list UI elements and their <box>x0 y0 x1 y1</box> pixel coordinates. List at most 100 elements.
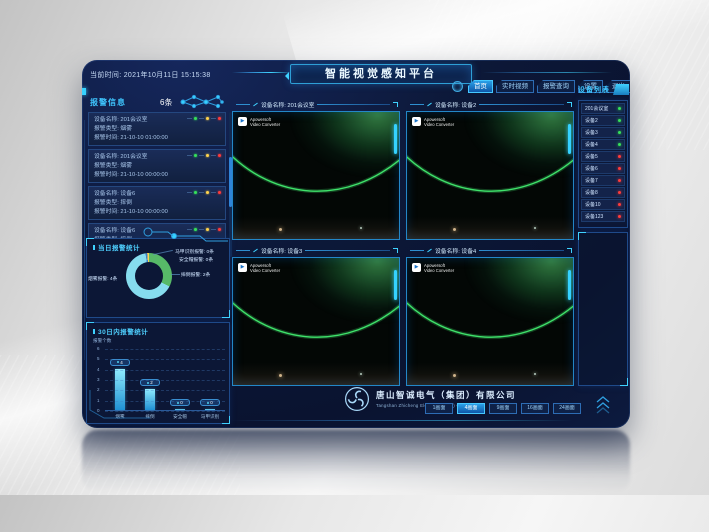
video-feed: ▶ ApowersoftVideo Converter <box>406 257 574 386</box>
machinery-silhouette <box>407 217 573 239</box>
apowersoft-logo-icon: ▶ <box>412 117 421 126</box>
video-panel-header: 设备名称: 设备4 <box>406 244 574 257</box>
device-row[interactable]: 设备8 <box>581 187 625 198</box>
alarm-card[interactable]: 设备名称: 设备6 报警类型: 摔倒 报警时间: 21-10-10 00:00:… <box>88 186 226 220</box>
device-row[interactable]: 设备3 <box>581 127 625 138</box>
bar-category-label: 马甲识别 <box>201 414 219 420</box>
video-title: 设备名称: 设备2 <box>435 100 476 109</box>
status-lights <box>187 117 221 120</box>
video-scrollbar[interactable] <box>568 270 571 300</box>
nav-emblem-icon <box>452 81 463 92</box>
pie-label-vest: 马甲识别报警: 0条 <box>175 248 214 255</box>
screen-24-button[interactable]: 24画面 <box>553 403 581 414</box>
alarm-count: 6条 <box>160 97 172 108</box>
nav-alarm-query-button[interactable]: 报警查询 <box>537 80 575 93</box>
video-panel-header: 设备名称: 设备3 <box>232 244 400 257</box>
company-logo-icon <box>344 386 370 412</box>
circuit-deco <box>140 226 230 242</box>
dashboard-reflection <box>82 430 630 492</box>
today-stats-title: 当日报警统计 <box>93 242 140 252</box>
product-mockup-stage: 当前时间: 2021年10月11日 15:15:38 智能视觉感知平台 首页 实… <box>0 0 709 495</box>
video-panel-1[interactable]: 设备名称: 201会议室 ▶ ApowersoftVideo Converter <box>232 98 400 240</box>
device-list: 201会议室 设备2 设备3 设备4 设备5 设备6 设备7 设备8 设备10 … <box>578 100 628 228</box>
sidebar-bottom-deco <box>594 394 612 414</box>
nav-live-video-button[interactable]: 实时视频 <box>496 80 534 93</box>
status-dot <box>618 203 621 206</box>
status-lights <box>187 191 221 194</box>
machinery-silhouette <box>233 217 399 239</box>
monthly-stats-title: 30日内报警统计 <box>93 326 148 336</box>
device-row[interactable]: 设备123 <box>581 211 625 222</box>
screen-1-button[interactable]: 1画面 <box>425 403 453 414</box>
device-row[interactable]: 201会议室 <box>581 103 625 114</box>
status-dot <box>618 131 621 134</box>
pie-label-fall: 摔倒报警: 2条 <box>181 271 210 278</box>
video-panel-header: 设备名称: 201会议室 <box>232 98 400 111</box>
video-scrollbar[interactable] <box>394 270 397 300</box>
video-title: 设备名称: 201会议室 <box>261 100 314 109</box>
alarm-info-title: 报警信息 <box>90 97 126 108</box>
current-time: 当前时间: 2021年10月11日 15:15:38 <box>90 70 211 80</box>
video-panel-4[interactable]: 设备名称: 设备4 ▶ ApowersoftVideo Converter <box>406 244 574 386</box>
video-title: 设备名称: 设备4 <box>435 246 476 255</box>
status-dot <box>618 191 621 194</box>
status-dot <box>618 167 621 170</box>
status-dot <box>618 155 621 158</box>
device-row[interactable]: 设备5 <box>581 151 625 162</box>
pie-label-smoke: 烟雾报警: 4条 <box>88 275 117 282</box>
video-panel-header: 设备名称: 设备2 <box>406 98 574 111</box>
alarm-time: 报警时间: 21-10-10 01:00:00 <box>94 134 220 143</box>
alarm-time: 报警时间: 21-10-10 00:00:00 <box>94 171 220 180</box>
nav-home-button[interactable]: 首页 <box>468 80 493 93</box>
bar-chart-ylabel: 报警个数 <box>93 338 111 344</box>
status-dot <box>618 119 621 122</box>
network-nodes-icon <box>178 93 226 111</box>
apowersoft-watermark: ▶ ApowersoftVideo Converter <box>238 117 280 127</box>
leader-line <box>153 250 173 255</box>
video-panel-2[interactable]: 设备名称: 设备2 ▶ ApowersoftVideo Converter <box>406 98 574 240</box>
alarm-card[interactable]: 设备名称: 201会议室 报警类型: 烟雾 报警时间: 21-10-10 00:… <box>88 149 226 183</box>
bar-helmet <box>175 409 185 410</box>
status-dot <box>618 215 621 218</box>
screen-16-button[interactable]: 16画面 <box>521 403 549 414</box>
device-row[interactable]: 设备7 <box>581 175 625 186</box>
video-feed: ▶ ApowersoftVideo Converter <box>232 257 400 386</box>
alarm-donut-chart <box>126 253 172 299</box>
bar-vest <box>205 409 215 410</box>
device-row[interactable]: 设备6 <box>581 163 625 174</box>
leader-line <box>171 274 180 275</box>
device-row[interactable]: 设备4 <box>581 139 625 150</box>
status-lights <box>187 154 221 157</box>
footer-corner-deco <box>88 390 152 420</box>
video-scrollbar[interactable] <box>568 124 571 154</box>
edge-marker <box>82 88 86 95</box>
screen-4-button[interactable]: 4画面 <box>457 403 485 414</box>
video-scrollbar[interactable] <box>394 124 397 154</box>
alarm-type: 报警类型: 摔倒 <box>94 199 220 208</box>
apowersoft-logo-icon: ▶ <box>412 263 421 272</box>
video-panel-3[interactable]: 设备名称: 设备3 ▶ ApowersoftVideo Converter <box>232 244 400 386</box>
device-row[interactable]: 设备2 <box>581 115 625 126</box>
device-row[interactable]: 设备10 <box>581 199 625 210</box>
machinery-silhouette <box>407 363 573 385</box>
page-title: 智能视觉感知平台 <box>290 64 472 84</box>
alarm-time: 报警时间: 21-10-10 00:00:00 <box>94 208 220 217</box>
header-deco-line <box>482 72 612 73</box>
pie-label-helmet: 安全帽报警: 0条 <box>179 256 213 263</box>
alarm-card[interactable]: 设备名称: 201会议室 报警类型: 烟雾 报警时间: 21-10-10 01:… <box>88 112 226 146</box>
screen-9-button[interactable]: 9画面 <box>489 403 517 414</box>
machinery-silhouette <box>233 363 399 385</box>
status-dot <box>618 143 621 146</box>
device-detail-panel <box>578 232 628 386</box>
status-dot <box>618 179 621 182</box>
apowersoft-watermark: ▶ ApowersoftVideo Converter <box>238 263 280 273</box>
alarm-type: 报警类型: 烟雾 <box>94 162 220 171</box>
dashboard: 当前时间: 2021年10月11日 15:15:38 智能视觉感知平台 首页 实… <box>82 60 630 428</box>
edge-line <box>84 120 85 360</box>
device-list-title: 设备列表 <box>578 85 610 95</box>
footer-deco-line <box>232 420 572 421</box>
video-feed: ▶ ApowersoftVideo Converter <box>406 111 574 240</box>
apowersoft-watermark: ▶ ApowersoftVideo Converter <box>412 263 454 273</box>
company-name-cn: 唐山智诚电气（集团）有限公司 <box>376 389 516 401</box>
video-title: 设备名称: 设备3 <box>261 246 302 255</box>
